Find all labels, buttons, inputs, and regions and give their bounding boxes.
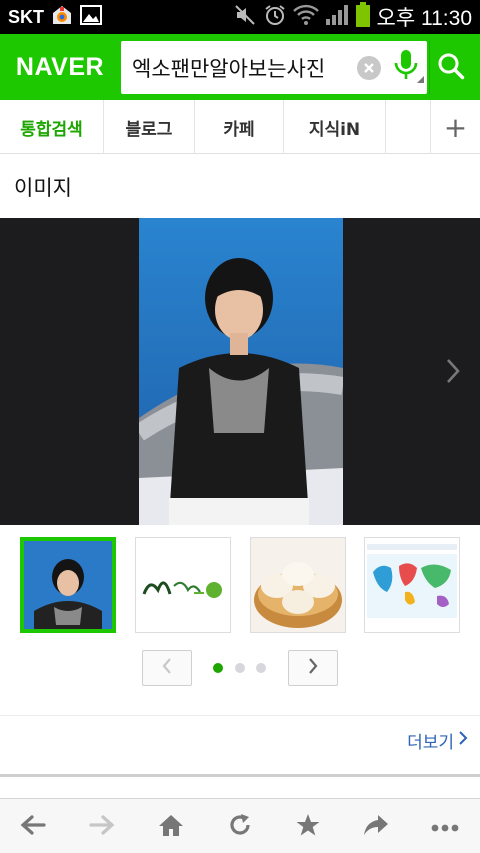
alarm-icon <box>263 3 287 31</box>
naver-header: NAVER <box>0 34 480 100</box>
refresh-button[interactable] <box>220 809 260 845</box>
section-title: 이미지 <box>14 176 72 200</box>
tab-knowledge-in[interactable]: 지식iN <box>284 100 386 154</box>
image-viewer <box>0 218 480 525</box>
more-link[interactable]: 더보기 <box>407 728 468 753</box>
next-page-button[interactable] <box>288 650 338 686</box>
search-input[interactable] <box>121 55 341 80</box>
forward-button[interactable] <box>82 809 122 845</box>
chevron-right-icon <box>440 359 466 390</box>
tab-blog[interactable]: 블로그 <box>104 100 195 154</box>
bookmark-star-icon <box>295 812 321 842</box>
add-tab-button[interactable]: + <box>430 100 480 154</box>
gallery-notification-icon <box>80 5 102 29</box>
divider <box>0 715 480 716</box>
thumbnail-4[interactable] <box>364 537 460 633</box>
clock: 오후 11:30 <box>376 7 472 30</box>
chevron-right-icon <box>307 657 319 679</box>
microphone-icon <box>393 49 419 87</box>
refresh-icon <box>227 812 253 842</box>
section-divider <box>0 774 480 777</box>
search-icon <box>437 52 465 84</box>
thumbnail-1[interactable] <box>20 537 116 633</box>
clear-icon <box>363 59 375 78</box>
mic-corner-icon <box>417 68 424 87</box>
clear-search-button[interactable] <box>357 56 381 80</box>
mute-icon <box>233 3 257 31</box>
back-button[interactable] <box>13 809 53 845</box>
bookmark-button[interactable] <box>288 809 328 845</box>
chevron-left-icon <box>161 657 173 679</box>
thumbnail-strip <box>0 537 480 635</box>
share-button[interactable] <box>356 809 396 845</box>
more-options-button[interactable] <box>425 809 465 845</box>
voice-search-button[interactable] <box>386 47 426 89</box>
page-dot-2[interactable] <box>235 663 245 673</box>
search-button[interactable] <box>429 41 471 94</box>
more-label: 더보기 <box>407 733 454 753</box>
share-icon <box>362 813 390 841</box>
main-image[interactable] <box>139 218 343 525</box>
tab-cafe[interactable]: 카페 <box>195 100 284 154</box>
page-dot-1[interactable] <box>213 663 223 673</box>
carousel-pager <box>0 650 480 686</box>
signal-icon <box>325 4 349 30</box>
status-bar: SKT 오후 11:30 <box>0 0 480 34</box>
thumbnail-3[interactable] <box>250 537 346 633</box>
naver-logo[interactable]: NAVER <box>0 53 120 82</box>
back-icon <box>19 813 47 841</box>
next-image-button[interactable] <box>440 356 466 386</box>
forward-icon <box>88 813 116 841</box>
battery-icon <box>355 2 371 32</box>
wifi-icon <box>292 4 319 30</box>
home-icon <box>158 813 184 841</box>
browser-toolbar <box>0 798 480 853</box>
app-notification-icon <box>51 4 73 30</box>
tab-integrated-search[interactable]: 통합검색 <box>0 100 104 154</box>
chevron-right-icon <box>458 730 468 751</box>
search-box[interactable] <box>121 41 427 94</box>
search-tabs: 통합검색 블로그 카페 지식iN + <box>0 100 480 154</box>
home-button[interactable] <box>151 809 191 845</box>
prev-page-button[interactable] <box>142 650 192 686</box>
page-dot-3[interactable] <box>256 663 266 673</box>
thumbnail-2[interactable] <box>135 537 231 633</box>
more-options-icon <box>430 818 460 837</box>
carrier-label: SKT <box>8 6 44 27</box>
